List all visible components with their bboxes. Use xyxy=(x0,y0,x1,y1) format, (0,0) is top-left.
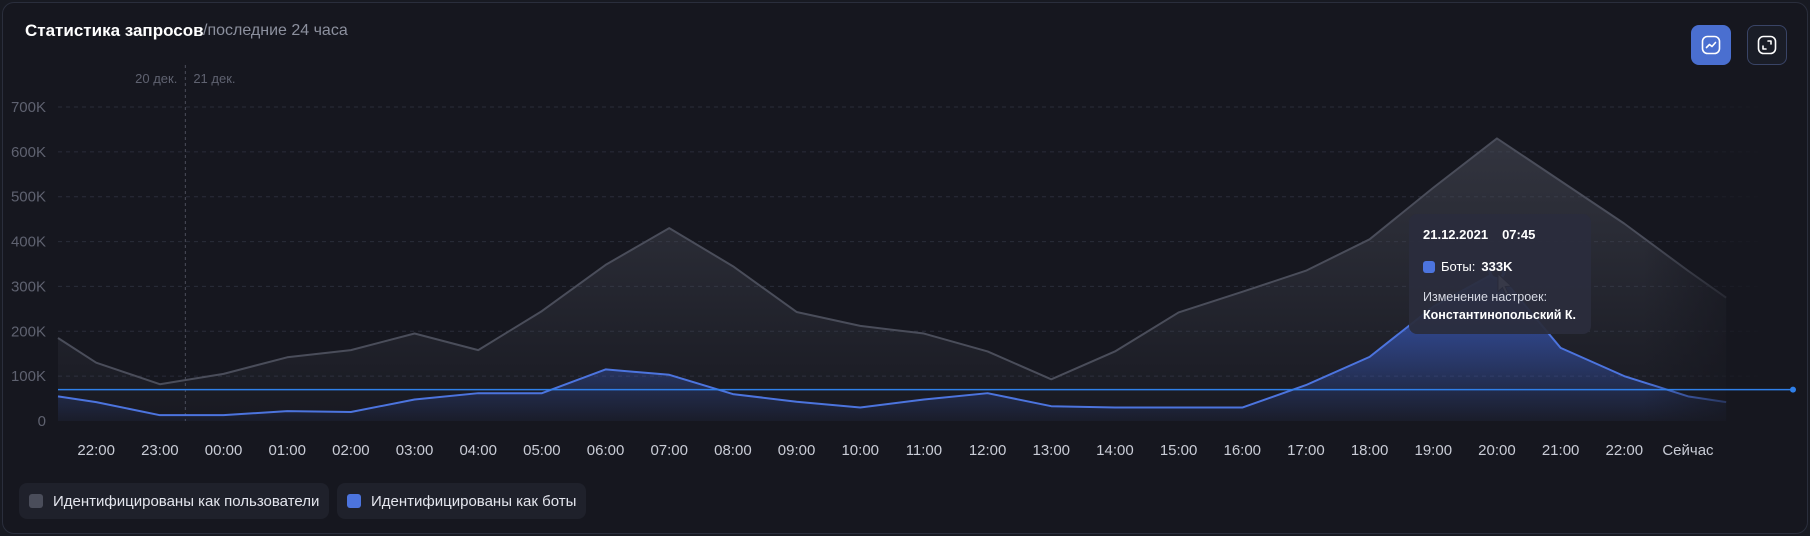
x-tick-label: 09:00 xyxy=(778,442,816,459)
legend-swatch-bots xyxy=(347,494,361,508)
x-tick-label: 04:00 xyxy=(459,442,497,459)
x-tick-label: 03:00 xyxy=(396,442,434,459)
legend-label-users: Идентифицированы как пользователи xyxy=(53,492,320,510)
x-tick-label: 02:00 xyxy=(332,442,370,459)
y-tick-label: 600K xyxy=(11,144,46,161)
x-tick-label: 19:00 xyxy=(1415,442,1453,459)
y-tick-label: 400K xyxy=(11,234,46,251)
tooltip-time: 07:45 xyxy=(1502,227,1536,242)
day-label-current: 21 дек. xyxy=(193,71,235,86)
x-tick-label: 22:00 xyxy=(77,442,115,459)
x-tick-label: 11:00 xyxy=(906,442,942,459)
x-tick-label: 21:00 xyxy=(1542,442,1580,459)
x-tick-label: 13:00 xyxy=(1032,442,1070,459)
chart-fade-overlay xyxy=(1643,87,1768,423)
tooltip-datetime: 21.12.2021 07:45 xyxy=(1423,227,1577,242)
tooltip-series-row: Боты: 333K xyxy=(1423,259,1577,274)
x-tick-label: 17:00 xyxy=(1287,442,1325,459)
tooltip-series-swatch xyxy=(1423,260,1435,273)
x-tick-label: 05:00 xyxy=(523,442,561,459)
x-tick-label: Сейчас xyxy=(1662,442,1714,459)
x-tick-label: 00:00 xyxy=(205,442,243,459)
legend-item-bots[interactable]: Идентифицированы как боты xyxy=(337,483,587,519)
x-tick-label: 01:00 xyxy=(268,442,306,459)
x-tick-label: 06:00 xyxy=(587,442,625,459)
threshold-endpoint xyxy=(1790,386,1796,393)
x-tick-label: 23:00 xyxy=(141,442,179,459)
x-tick-label: 18:00 xyxy=(1351,442,1389,459)
y-tick-label: 700K xyxy=(11,99,46,116)
x-tick-label: 07:00 xyxy=(650,442,688,459)
x-tick-label: 08:00 xyxy=(714,442,752,459)
x-tick-label: 14:00 xyxy=(1096,442,1134,459)
day-label-prev: 20 дек. xyxy=(135,71,177,86)
tooltip-series-label: Боты: xyxy=(1441,259,1476,274)
y-tick-label: 500K xyxy=(11,189,46,206)
y-tick-label: 0 xyxy=(38,413,46,430)
legend-label-bots: Идентифицированы как боты xyxy=(371,492,577,510)
tooltip-note-value: Константинопольский К. xyxy=(1423,308,1577,322)
x-tick-label: 20:00 xyxy=(1478,442,1516,459)
tooltip-series-value: 333K xyxy=(1481,259,1513,274)
x-tick-label: 16:00 xyxy=(1223,442,1261,459)
y-tick-label: 300K xyxy=(11,278,46,295)
tooltip-date: 21.12.2021 xyxy=(1423,227,1489,242)
x-tick-label: 22:00 xyxy=(1606,442,1644,459)
x-tick-label: 12:00 xyxy=(969,442,1007,459)
x-tick-label: 10:00 xyxy=(841,442,879,459)
y-tick-label: 200K xyxy=(11,323,46,340)
x-tick-label: 15:00 xyxy=(1160,442,1198,459)
y-tick-label: 100K xyxy=(11,368,46,385)
tooltip-note-label: Изменение настроек: xyxy=(1423,290,1548,304)
data-tooltip: 21.12.2021 07:45 Боты: 333K Изменение нас… xyxy=(1409,214,1591,334)
legend-item-users[interactable]: Идентифицированы как пользователи xyxy=(19,483,330,519)
legend-swatch-users xyxy=(29,494,43,508)
request-stats-card: Статистика запросов /последние 24 часа 0… xyxy=(2,2,1808,534)
